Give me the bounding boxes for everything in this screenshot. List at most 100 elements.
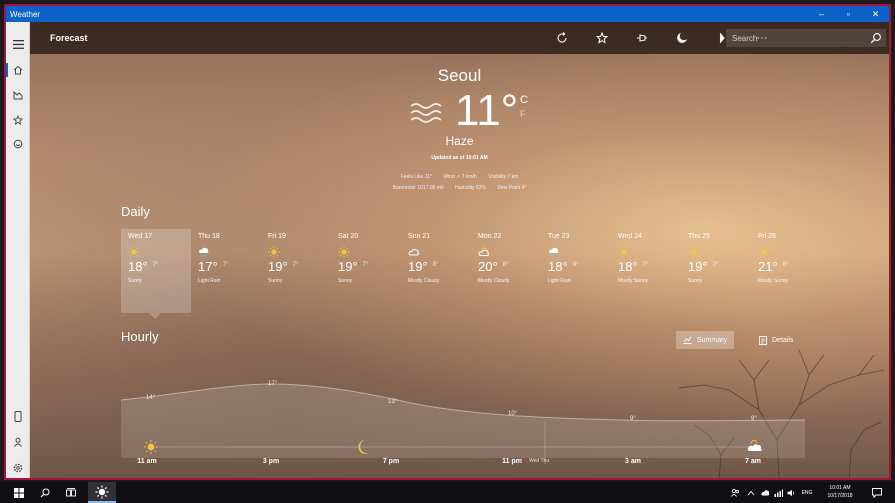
account-icon[interactable] xyxy=(6,432,30,452)
hour-label: 11 am xyxy=(137,458,157,465)
day-name: Fri 26 xyxy=(758,233,776,240)
refresh-icon[interactable] xyxy=(542,22,582,54)
hourly-temp-label: 9° xyxy=(630,416,636,422)
taskbar-clock[interactable]: 10:01 AM 10/17/2018 xyxy=(818,484,862,500)
high-temp: 19° xyxy=(408,259,428,274)
low-temp: 7° xyxy=(292,262,299,268)
task-view-icon[interactable] xyxy=(60,482,82,503)
search-input[interactable] xyxy=(726,33,856,43)
day-name: Mon 22 xyxy=(478,233,502,240)
clock-time: 10:01 AM xyxy=(829,485,851,491)
theme-moon-icon[interactable] xyxy=(662,22,702,54)
forecast-content: Forecast ··· Search Seoul 11° C F Haze U… xyxy=(30,22,889,478)
high-temp: 20° xyxy=(478,259,498,274)
hamburger-menu-icon[interactable] xyxy=(6,34,30,54)
feels-like: Feels Like 11° xyxy=(400,174,432,180)
sun-icon xyxy=(758,245,821,258)
volume-icon[interactable] xyxy=(785,482,797,503)
network-icon[interactable] xyxy=(772,482,784,503)
fahrenheit-toggle[interactable]: F xyxy=(520,109,526,119)
barometer: Barometer 1017.00 mb xyxy=(392,185,444,191)
day-name: Fri 19 xyxy=(268,233,286,240)
hourly-title: Hourly xyxy=(121,329,159,344)
daily-forecast-item[interactable]: Tue 23 18° 9° Light Rain xyxy=(541,229,611,313)
partly-cloudy-icon xyxy=(478,245,541,256)
day-condition: Mostly Sunny xyxy=(618,278,649,284)
action-center-icon[interactable] xyxy=(868,482,886,503)
day-name: Sat 20 xyxy=(338,233,359,240)
search-icon[interactable] xyxy=(870,31,882,49)
taskbar-search-icon[interactable] xyxy=(34,482,56,503)
day-condition: Sunny xyxy=(338,278,353,284)
maps-icon[interactable] xyxy=(6,85,30,105)
low-temp: 7° xyxy=(362,262,369,268)
summary-label: Summary xyxy=(697,336,727,344)
hourly-temp-label: 13° xyxy=(388,399,398,405)
minimize-button[interactable]: – xyxy=(808,6,835,22)
forecast-home-icon[interactable] xyxy=(6,60,30,80)
close-button[interactable]: ✕ xyxy=(862,6,889,22)
day-condition: Sunny xyxy=(128,278,143,284)
day-condition: Mostly Sunny xyxy=(758,278,789,284)
sun-icon xyxy=(268,245,331,258)
hourly-temperature-chart: 14° 17° 13° 10° 9° 9° Wed Thu xyxy=(121,381,805,464)
day-condition: Mostly Cloudy xyxy=(478,278,510,284)
cloud-sync-icon[interactable] xyxy=(759,482,771,503)
high-temp: 21° xyxy=(758,259,778,274)
search-box[interactable] xyxy=(726,29,886,47)
title-bar: Weather – ▫ ✕ xyxy=(6,6,889,22)
maximize-button[interactable]: ▫ xyxy=(835,6,862,22)
day-name: Wed 24 xyxy=(618,233,642,240)
hour-label: 7 am xyxy=(745,458,761,465)
day-name: Sun 21 xyxy=(408,233,431,240)
low-temp: 8° xyxy=(782,262,789,268)
low-temp: 9° xyxy=(572,262,579,268)
page-heading: Forecast xyxy=(50,33,88,43)
daily-title: Daily xyxy=(121,204,150,219)
hourly-temp-label: 10° xyxy=(508,411,518,417)
details-toggle[interactable]: Details xyxy=(752,331,800,349)
daily-forecast-item[interactable]: Fri 19 19° 7° Sunny xyxy=(261,229,331,313)
sun-icon xyxy=(688,245,751,258)
high-temp: 19° xyxy=(338,259,358,274)
haze-icon xyxy=(410,103,442,123)
day-condition: Light Rain xyxy=(198,278,221,284)
wind: Wind ↗ 7 km/h xyxy=(443,174,477,180)
details-label: Details xyxy=(772,336,794,344)
daily-forecast-item[interactable]: Sun 21 19° 8° Mostly Cloudy xyxy=(401,229,471,313)
settings-gear-icon[interactable] xyxy=(6,458,30,478)
day-condition: Sunny xyxy=(268,278,283,284)
weather-app-taskbar-icon[interactable] xyxy=(88,482,116,503)
people-icon[interactable] xyxy=(728,482,742,503)
daily-forecast-item[interactable]: Thu 25 19° 7° Sunny xyxy=(681,229,751,313)
pin-to-start-icon[interactable] xyxy=(622,22,662,54)
summary-toggle[interactable]: Summary xyxy=(676,331,734,349)
sun-icon xyxy=(618,245,681,258)
celsius-toggle[interactable]: C xyxy=(520,94,528,106)
rain-icon xyxy=(198,245,261,257)
daily-forecast-item[interactable]: Fri 26 21° 8° Mostly Sunny xyxy=(751,229,821,313)
tray-chevron-up-icon[interactable] xyxy=(745,482,757,503)
favorites-icon[interactable] xyxy=(6,110,30,130)
day-name: Thu 25 xyxy=(688,233,710,240)
day-condition: Mostly Cloudy xyxy=(408,278,440,284)
rain-icon xyxy=(548,245,611,257)
daily-forecast-item[interactable]: Wed 17 18° 7° Sunny xyxy=(121,229,191,319)
high-temp: 17° xyxy=(198,259,218,274)
daily-forecast-item[interactable]: Mon 22 20° 8° Mostly Cloudy xyxy=(471,229,541,313)
add-favorite-star-icon[interactable] xyxy=(582,22,622,54)
nav-sidebar xyxy=(6,22,30,478)
daily-forecast-item[interactable]: Sat 20 19° 7° Sunny xyxy=(331,229,401,313)
day-name: Tue 23 xyxy=(548,233,570,240)
details-line-2: Barometer 1017.00 mb Humidity 63% Dew Po… xyxy=(30,185,889,191)
start-windows-icon[interactable] xyxy=(8,482,30,503)
input-language[interactable]: ENG xyxy=(799,489,815,497)
daily-forecast-item[interactable]: Wed 24 18° 7° Mostly Sunny xyxy=(611,229,681,313)
daily-forecast-item[interactable]: Thu 18 17° 7° Light Rain xyxy=(191,229,261,313)
hourly-temp-label: 9° xyxy=(751,416,757,422)
phone-icon[interactable] xyxy=(6,406,30,426)
high-temp: 18° xyxy=(618,259,638,274)
high-temp: 19° xyxy=(688,259,708,274)
hour-label: 11 pm xyxy=(502,458,522,465)
news-icon[interactable] xyxy=(6,134,30,154)
